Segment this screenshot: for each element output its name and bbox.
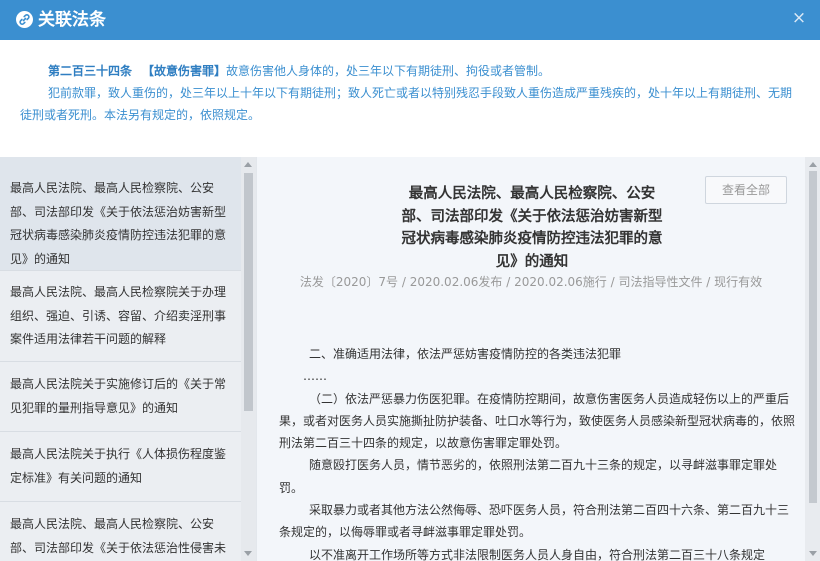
- list-item[interactable]: 最高人民法院、最高人民检察院、公安 部、司法部印发《关于依法惩治性侵害未: [0, 502, 241, 561]
- list-item-line: 定标准》有关问题的通知: [10, 470, 143, 485]
- detail-scrollbar-thumb[interactable]: [809, 171, 817, 503]
- list-item-line: 最高人民法院、最高人民检察院、公安: [10, 181, 215, 195]
- ellipsis-text: ……: [303, 369, 327, 384]
- document-title-line: 部、司法部印发《关于依法惩治妨害新型: [401, 208, 663, 225]
- document-title-line: 见》的通知: [495, 253, 569, 270]
- body-paragraph: 随意殴打医务人员，情节恶劣的，依照刑法第二百九十三条的规定，以寻衅滋事罪定罪处罚…: [279, 458, 778, 495]
- close-icon[interactable]: ×: [790, 9, 808, 27]
- document-title-line: 冠状病毒感染肺炎疫情防控违法犯罪的意: [401, 231, 663, 247]
- list-item-line: 最高人民法院关于实施修订后的《关于常: [10, 377, 227, 391]
- view-all-button[interactable]: 查看全部: [705, 176, 787, 204]
- list-item[interactable]: 最高人民法院、最高人民检察院关于办理 组织、强迫、引诱、容留、介绍卖淫刑事 案件…: [0, 271, 241, 362]
- list-item-line: 部、司法部印发《关于依法惩治妨害新型: [10, 204, 227, 219]
- article-paragraph-2: 犯前款罪，致人重伤的，处三年以上十年以下有期徒刑；致人死亡或者以特别残忍手段致人…: [20, 86, 793, 122]
- dialog-title: 关联法条: [38, 10, 106, 30]
- detail-scrollbar[interactable]: [805, 157, 820, 561]
- document-detail: 最高人民法院、最高人民检察院、公安 部、司法部印发《关于依法惩治妨害新型 冠状病…: [256, 157, 820, 561]
- body-paragraph: （二）依法严惩暴力伤医犯罪。在疫情防控期间，故意伤害医务人员造成轻伤以上的严重后…: [279, 391, 796, 451]
- related-docs-list: 最高人民法院、最高人民检察院、公安 部、司法部印发《关于依法惩治妨害新型 冠状病…: [0, 157, 256, 561]
- list-item-line: 最高人民法院、最高人民检察院关于办理: [10, 285, 227, 299]
- document-title-line: 最高人民法院、最高人民检察院、公安: [408, 186, 656, 202]
- body-paragraph: 采取暴力或者其他方法公然侮辱、恐吓医务人员，符合刑法第二百四十六条、第二百九十三…: [279, 503, 790, 540]
- list-item-line: 冠状病毒感染肺炎疫情防控违法犯罪的意: [10, 228, 227, 242]
- article-text: 第二百三十四条 【故意伤害罪】故意伤害他人身体的，处三年以下有期徒刑、拘役或者管制…: [0, 60, 820, 126]
- list-scrollbar-thumb[interactable]: [244, 173, 253, 411]
- list-item-line: 最高人民法院、最高人民检察院、公安: [10, 517, 215, 531]
- list-item[interactable]: 最高人民法院、最高人民检察院、公安 部、司法部印发《关于依法惩治妨害新型 冠状病…: [0, 157, 241, 271]
- list-item[interactable]: 最高人民法院关于实施修订后的《关于常 见犯罪的量刑指导意见》的通知: [0, 362, 241, 432]
- list-item[interactable]: 最高人民法院关于执行《人体损伤程度鉴 定标准》有关问题的通知: [0, 432, 241, 502]
- scroll-up-icon[interactable]: [244, 162, 252, 167]
- scroll-up-icon[interactable]: [809, 162, 817, 167]
- link-icon: [16, 11, 33, 28]
- section-heading: 二、准确适用法律，依法严惩妨害疫情防控的各类违法犯罪: [309, 347, 622, 361]
- document-meta: 法发〔2020〕7号 / 2020.02.06发布 / 2020.02.06施行…: [299, 275, 763, 289]
- list-scrollbar[interactable]: [241, 157, 256, 561]
- article-number: 第二百三十四条: [48, 64, 133, 78]
- document-body: 二、准确适用法律，依法严惩妨害疫情防控的各类违法犯罪 …… （二）依法严惩暴力伤…: [279, 343, 799, 561]
- list-item-line: 案件适用法律若干问题的解释: [10, 332, 167, 346]
- list-item-line: 组织、强迫、引诱、容留、介绍卖淫刑事: [10, 308, 227, 323]
- list-item-line: 见》的通知: [10, 251, 71, 266]
- article-paragraph-1: 第二百三十四条 【故意伤害罪】故意伤害他人身体的，处三年以下有期徒刑、拘役或者管制…: [20, 60, 800, 82]
- article-paragraph-1-text: 故意伤害他人身体的，处三年以下有期徒刑、拘役或者管制。: [226, 64, 551, 78]
- list-item-line: 见犯罪的量刑指导意见》的通知: [10, 400, 179, 415]
- crime-name: 【故意伤害罪】: [142, 64, 227, 78]
- list-item-line: 最高人民法院关于执行《人体损伤程度鉴: [10, 447, 227, 461]
- body-paragraph: 以不准离开工作场所等方式非法限制医务人员人身自由，符合刑法第二百三十八条规定: [309, 547, 766, 561]
- scroll-down-icon[interactable]: [244, 551, 252, 556]
- list-item-line: 部、司法部印发《关于依法惩治性侵害未: [10, 540, 227, 555]
- document-title: 最高人民法院、最高人民检察院、公安 部、司法部印发《关于依法惩治妨害新型 冠状病…: [392, 183, 672, 273]
- dialog-header: 关联法条 ×: [0, 0, 820, 40]
- scroll-down-icon[interactable]: [809, 551, 817, 556]
